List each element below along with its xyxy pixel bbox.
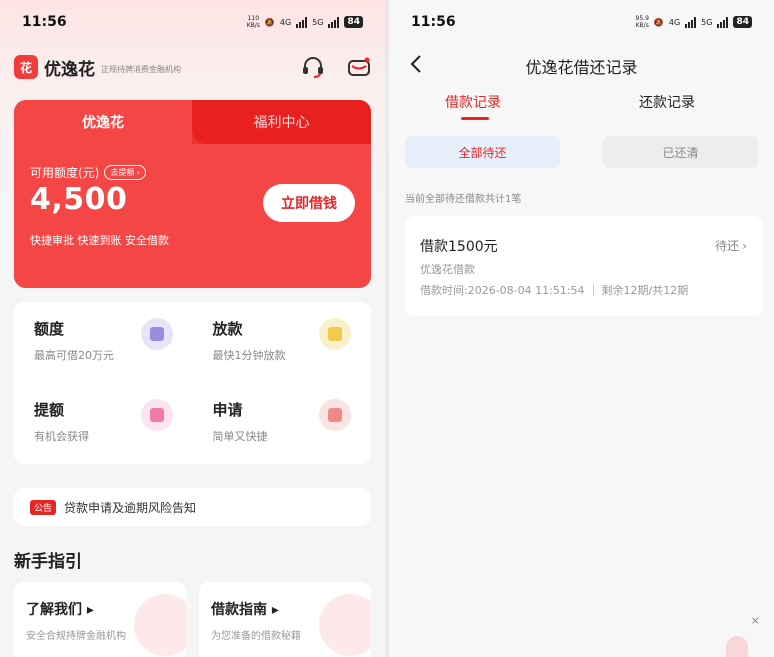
guide-card-borrow[interactable]: 借款指南 ▸ 为您准备的借款秘籍	[199, 582, 371, 657]
app-subtitle: 正规持牌消费金融机构	[101, 64, 181, 74]
wallet-icon	[140, 318, 173, 350]
notice-bar[interactable]: 公告 贷款申请及逾期风险告知	[14, 488, 371, 526]
filter-row: 全部待还 已还清	[405, 136, 758, 168]
status-bar: 11:56 110 KB/s 🔕 4G 5G 84	[22, 12, 363, 32]
mute-icon: 🔕	[653, 17, 664, 27]
star-icon	[140, 399, 173, 431]
home-screen: 11:56 110 KB/s 🔕 4G 5G 84 花 优逸花 正规持牌消费金融…	[0, 0, 385, 657]
filter-cleared[interactable]: 已还清	[603, 136, 758, 168]
feature-raise[interactable]: 提额 有机会获得	[14, 383, 193, 464]
feature-limit[interactable]: 额度 最高可借20万元	[14, 302, 193, 383]
network-4g: 4G	[279, 17, 292, 27]
loan-amount: 借款1500元	[420, 239, 498, 255]
notice-text: 贷款申请及逾期风险告知	[64, 500, 197, 515]
decoration-icon	[134, 594, 186, 656]
credit-card: 优逸花 福利中心 可用额度(元) 去提额 › 4,500 快捷审批 快速到账 安…	[14, 100, 371, 288]
signal-icon	[328, 16, 340, 28]
mail-icon[interactable]	[347, 55, 371, 79]
guide-title: 新手指引	[14, 552, 82, 572]
battery-icon: 84	[733, 16, 752, 28]
feature-apply[interactable]: 申请 简单又快捷	[193, 383, 372, 464]
meta-separator	[592, 284, 594, 296]
credit-amount: 4,500	[30, 182, 128, 217]
filter-pending[interactable]: 全部待还	[405, 136, 560, 168]
loan-product: 优逸花借款	[420, 263, 475, 276]
network-speed: 95.9 KB/s	[635, 15, 649, 29]
status-icons: 110 KB/s 🔕 4G 5G 84	[247, 15, 363, 29]
signal-icon	[296, 16, 308, 28]
signal-icon	[717, 16, 729, 28]
raise-limit-button[interactable]: 去提额 ›	[104, 165, 147, 180]
nav-bar: 优逸花借还记录	[389, 52, 774, 78]
record-tabs: 借款记录 还款记录	[389, 92, 774, 124]
loan-record-card[interactable]: 借款1500元 待还 › 优逸花借款 借款时间:2026-08-04 11:51…	[405, 216, 763, 316]
signal-icon	[685, 16, 697, 28]
loan-status: 待还 ›	[715, 238, 747, 254]
mute-icon: 🔕	[264, 17, 275, 27]
borrow-now-button[interactable]: 立即借钱	[263, 184, 355, 222]
tab-welfare-center[interactable]: 福利中心	[192, 100, 371, 144]
feature-disburse[interactable]: 放款 最快1分钟放款	[193, 302, 372, 383]
pending-count: 当前全部待还借款共计1笔	[405, 194, 522, 205]
status-time: 11:56	[411, 14, 456, 30]
headset-icon[interactable]	[301, 55, 325, 79]
battery-icon: 84	[344, 16, 363, 28]
credit-features: 快捷审批 快速到账 安全借款	[30, 234, 169, 247]
credit-body: 可用额度(元) 去提额 › 4,500 快捷审批 快速到账 安全借款 立即借钱	[14, 144, 371, 288]
notice-badge: 公告	[30, 499, 57, 515]
tab-borrow-records[interactable]: 借款记录	[445, 92, 501, 112]
mascot-icon[interactable]	[726, 636, 748, 657]
loan-meta: 借款时间:2026-08-04 11:51:54 剩余12期/共12期	[420, 282, 688, 298]
network-speed: 110 KB/s	[246, 15, 260, 29]
header-actions	[301, 55, 371, 79]
tab-repay-records[interactable]: 还款记录	[639, 92, 695, 112]
page-title: 优逸花借还记录	[525, 58, 638, 77]
guide-card-about[interactable]: 了解我们 ▸ 安全合规持牌金融机构	[14, 582, 186, 657]
chevron-right-icon: ›	[742, 238, 747, 253]
credit-label: 可用额度(元) 去提额 ›	[30, 164, 147, 181]
app-logo: 花	[14, 55, 38, 79]
records-screen: 11:56 95.9 KB/s 🔕 4G 5G 84 优逸花借还记录 借款记录	[389, 0, 774, 657]
network-4g: 4G	[668, 17, 681, 27]
card-tabs: 优逸花 福利中心	[14, 100, 371, 144]
status-icons: 95.9 KB/s 🔕 4G 5G 84	[636, 15, 752, 29]
app-name: 优逸花	[44, 59, 95, 80]
screenshot-root: 11:56 110 KB/s 🔕 4G 5G 84 花 优逸花 正规持牌消费金融…	[0, 0, 774, 657]
loan-time: 借款时间:2026-08-04 11:51:54	[420, 284, 585, 297]
document-icon	[319, 399, 351, 431]
active-tab-indicator	[461, 117, 489, 120]
app-header: 花 优逸花 正规持牌消费金融机构	[14, 52, 371, 82]
network-5g: 5G	[312, 17, 324, 27]
tab-youyihua[interactable]: 优逸花	[14, 100, 192, 144]
loan-periods: 剩余12期/共12期	[601, 284, 689, 297]
status-time: 11:56	[22, 14, 67, 30]
status-bar: 11:56 95.9 KB/s 🔕 4G 5G 84	[411, 12, 752, 32]
decoration-icon	[319, 594, 371, 656]
network-5g: 5G	[701, 17, 713, 27]
cash-icon	[319, 318, 351, 350]
feature-grid: 额度 最高可借20万元 放款 最快1分钟放款 提额 有机会获得 申请 简单又快捷	[14, 302, 371, 464]
close-icon[interactable]: ×	[751, 614, 760, 627]
